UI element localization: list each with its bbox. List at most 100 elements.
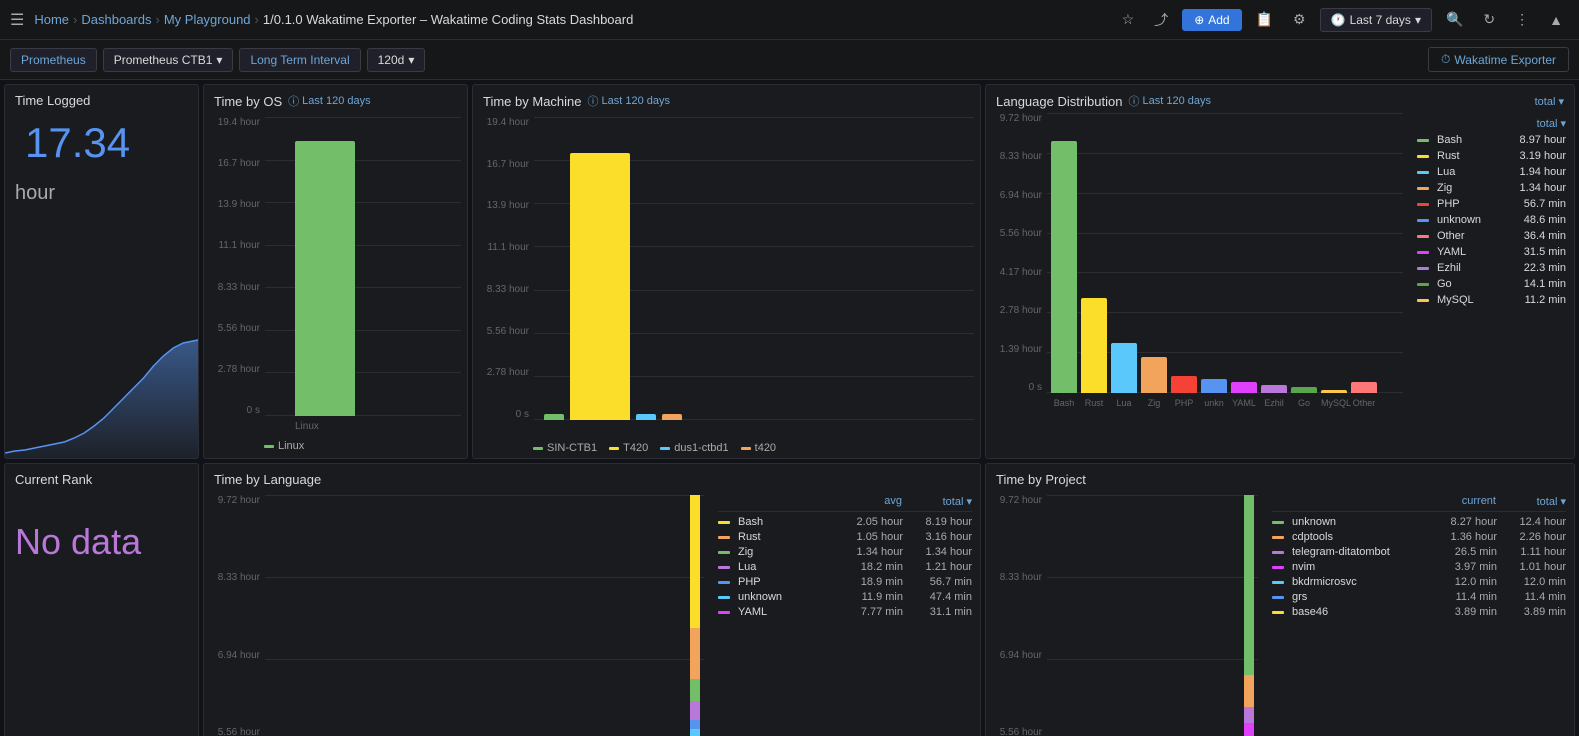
more-icon[interactable]: ⋮ xyxy=(1509,7,1535,32)
lang-dist-legend: total ▾ Bash8.97 hour Rust3.19 hour Lua1… xyxy=(1409,113,1574,458)
time-by-os-title: Time by OS xyxy=(214,94,282,109)
legend-go: Go14.1 min xyxy=(1417,278,1566,290)
bar-unknown xyxy=(1201,379,1227,393)
proj-row-unknown: unknown8.27 hour12.4 hour xyxy=(1272,516,1566,528)
y-axis-os: 19.4 hour 16.7 hour 13.9 hour 11.1 hour … xyxy=(210,117,265,436)
chevron-down-icon: ▾ xyxy=(408,53,414,67)
proj-row-bkdr: bkdrmicrosvc12.0 min12.0 min xyxy=(1272,576,1566,588)
bar-dus1 xyxy=(636,414,656,420)
time-by-os-subtitle: ⓘ Last 120 days xyxy=(288,93,371,109)
lang-row-php: PHP18.9 min56.7 min xyxy=(718,576,972,588)
proj-row-cdptools: cdptools1.36 hour2.26 hour xyxy=(1272,531,1566,543)
report-icon[interactable]: 📋 xyxy=(1250,7,1279,32)
lang-row-bash: Bash2.05 hour8.19 hour xyxy=(718,516,972,528)
legend-ezhil: Ezhil22.3 min xyxy=(1417,262,1566,274)
total-sort[interactable]: total ▾ xyxy=(1535,95,1564,108)
no-data-label: No data xyxy=(5,491,198,593)
proj-row-telegram: telegram-ditatombot26.5 min1.11 hour xyxy=(1272,546,1566,558)
breadcrumb-dashboards[interactable]: Dashboards xyxy=(81,12,151,27)
legend-linux: Linux xyxy=(264,440,304,452)
machine-legend: SIN-CTB1 T420 dus1-ctbd1 t420 xyxy=(473,440,980,458)
time-by-project-panel: Time by Project 9.72 hour 8.33 hour 6.94… xyxy=(985,463,1575,736)
legend-bash: Bash8.97 hour xyxy=(1417,134,1566,146)
collapse-icon[interactable]: ▲ xyxy=(1543,8,1569,32)
bar-sin-ctb1 xyxy=(544,414,564,420)
chevron-down-icon: ▾ xyxy=(1415,13,1421,27)
time-by-machine-header: Time by Machine ⓘ Last 120 days xyxy=(473,85,980,113)
bar-bash xyxy=(1051,141,1077,393)
info-icon: ⓘ xyxy=(588,93,599,109)
time-by-lang-header: Time by Language xyxy=(204,464,980,491)
legend-other: Other36.4 min xyxy=(1417,230,1566,242)
star-icon[interactable]: ☆ xyxy=(1116,7,1141,32)
sparkline xyxy=(5,338,198,458)
project-table-header: current total ▾ xyxy=(1272,495,1566,512)
lang-table: avg total ▾ Bash2.05 hour8.19 hour Rust1… xyxy=(710,491,980,736)
time-logged-value: 17.34 hour xyxy=(15,99,130,213)
bar-zig xyxy=(1141,357,1167,393)
time-by-language-panel: Time by Language 9.72 hour 8.33 hour 6.9… xyxy=(203,463,981,736)
current-rank-panel: Current Rank No data xyxy=(4,463,199,736)
current-rank-header: Current Rank xyxy=(5,464,198,491)
breadcrumb-title: 1/0.1.0 Wakatime Exporter – Wakatime Cod… xyxy=(263,12,633,27)
lang-row-yaml: YAML7.77 min31.1 min xyxy=(718,606,972,618)
settings-icon[interactable]: ⚙ xyxy=(1287,7,1312,32)
y-axis-bylang: 9.72 hour 8.33 hour 6.94 hour 5.56 hour xyxy=(210,495,265,736)
time-by-os-header: Time by OS ⓘ Last 120 days xyxy=(204,85,467,113)
lang-row-lua: Lua18.2 min1.21 hour xyxy=(718,561,972,573)
bar-php xyxy=(1171,376,1197,393)
stacked-bar-project xyxy=(1244,495,1254,736)
top-nav: ☰ Home › Dashboards › My Playground › 1/… xyxy=(0,0,1579,40)
bar-rust xyxy=(1081,298,1107,393)
bar-other xyxy=(1351,382,1377,393)
interval-label[interactable]: Long Term Interval xyxy=(239,48,360,72)
info-icon: ⓘ xyxy=(1128,93,1139,109)
lang-row-rust: Rust1.05 hour3.16 hour xyxy=(718,531,972,543)
lang-row-zig: Zig1.34 hour1.34 hour xyxy=(718,546,972,558)
hamburger-icon[interactable]: ☰ xyxy=(10,10,24,30)
time-logged-panel: Time Logged 17.34 hour xyxy=(4,84,199,459)
y-axis-machine: 19.4 hour 16.7 hour 13.9 hour 11.1 hour … xyxy=(479,117,534,440)
legend-yaml: YAML31.5 min xyxy=(1417,246,1566,258)
time-range-button[interactable]: 🕐 Last 7 days ▾ xyxy=(1320,8,1432,32)
legend-rust: Rust3.19 hour xyxy=(1417,150,1566,162)
total-sort-lang[interactable]: total ▾ xyxy=(902,495,972,508)
proj-row-base46: base463.89 min3.89 min xyxy=(1272,606,1566,618)
breadcrumb-home[interactable]: Home xyxy=(34,12,69,27)
legend-mysql: MySQL11.2 min xyxy=(1417,294,1566,306)
lang-table-header: avg total ▾ xyxy=(718,495,972,512)
interval-select[interactable]: 120d ▾ xyxy=(367,48,426,72)
zoom-icon[interactable]: 🔍 xyxy=(1440,7,1469,32)
add-button[interactable]: ⊕ Add xyxy=(1182,9,1241,31)
proj-row-grs: grs11.4 min11.4 min xyxy=(1272,591,1566,603)
wakatime-button[interactable]: ⏱ Wakatime Exporter xyxy=(1428,47,1569,72)
breadcrumb: Home › Dashboards › My Playground › 1/0.… xyxy=(34,12,633,27)
bar-yaml xyxy=(1231,382,1257,393)
time-by-os-panel: Time by OS ⓘ Last 120 days 19.4 hour 16.… xyxy=(203,84,468,459)
current-rank-title: Current Rank xyxy=(15,472,92,487)
lang-row-unknown: unknown11.9 min47.4 min xyxy=(718,591,972,603)
dashboard: Time Logged 17.34 hour Tim xyxy=(0,80,1579,736)
toolbar: Prometheus Prometheus CTB1 ▾ Long Term I… xyxy=(0,40,1579,80)
info-icon: ⓘ xyxy=(288,93,299,109)
clock-icon: 🕐 xyxy=(1331,13,1346,27)
total-sort-project[interactable]: total ▾ xyxy=(1496,495,1566,508)
wakatime-icon: ⏱ xyxy=(1441,52,1450,67)
bar-lua xyxy=(1111,343,1137,393)
breadcrumb-playground[interactable]: My Playground xyxy=(164,12,251,27)
language-dist-panel: Language Distribution ⓘ Last 120 days to… xyxy=(985,84,1575,459)
project-table: current total ▾ unknown8.27 hour12.4 hou… xyxy=(1264,491,1574,736)
legend-total-sort[interactable]: total ▾ xyxy=(1417,117,1566,130)
time-by-machine-panel: Time by Machine ⓘ Last 120 days 19.4 hou… xyxy=(472,84,981,459)
prometheus-tag[interactable]: Prometheus xyxy=(10,48,97,72)
legend-zig: Zig1.34 hour xyxy=(1417,182,1566,194)
nav-icons: ☆ ⤴ ⊕ Add 📋 ⚙ 🕐 Last 7 days ▾ 🔍 ↻ ⋮ ▲ xyxy=(1116,6,1569,34)
os-legend: Linux xyxy=(204,436,467,458)
stacked-bar-lang xyxy=(690,495,700,736)
proj-row-nvim: nvim3.97 min1.01 hour xyxy=(1272,561,1566,573)
refresh-icon[interactable]: ↻ xyxy=(1477,7,1501,32)
legend-lua: Lua1.94 hour xyxy=(1417,166,1566,178)
datasource-select[interactable]: Prometheus CTB1 ▾ xyxy=(103,48,234,72)
legend-php: PHP56.7 min xyxy=(1417,198,1566,210)
share-icon[interactable]: ⤴ xyxy=(1148,6,1174,34)
